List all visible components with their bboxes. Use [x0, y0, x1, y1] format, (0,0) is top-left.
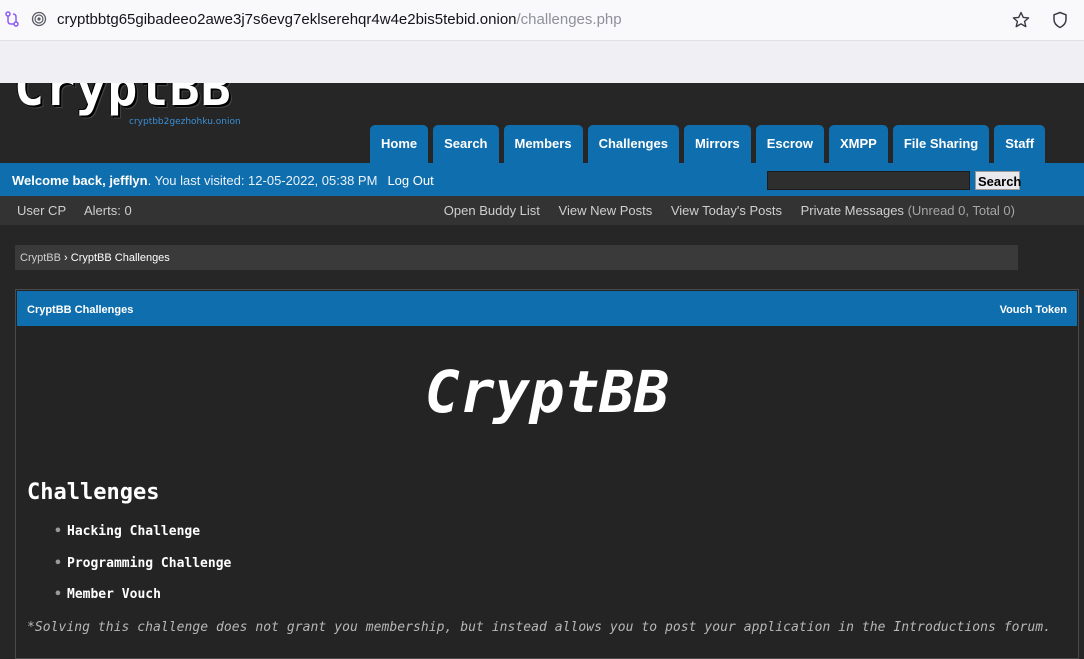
challenge-link-programming[interactable]: Programming Challenge — [67, 556, 231, 571]
challenge-note: *Solving this challenge does not grant y… — [27, 620, 1051, 635]
challenges-heading: Challenges — [27, 480, 160, 505]
url-path: /challenges.php — [516, 11, 622, 28]
breadcrumb-root[interactable]: CryptBB — [20, 252, 61, 264]
subbar-links: Open Buddy List View New Posts View Toda… — [429, 203, 1015, 218]
user-subbar: User CP Alerts: 0 Open Buddy List View N… — [0, 196, 1084, 225]
bookmark-star-icon[interactable] — [1011, 10, 1031, 30]
bullet-icon: • — [54, 555, 62, 571]
address-text[interactable]: cryptbbtg65gibadeeo2awe3j7s6evg7eklsereh… — [57, 10, 622, 30]
breadcrumb-current: CryptBB Challenges — [70, 252, 170, 264]
brand-title: CryptBB — [424, 358, 670, 426]
nav-search[interactable]: Search — [433, 125, 499, 163]
breadcrumb-separator: › — [60, 252, 71, 264]
nav-challenges[interactable]: Challenges — [587, 125, 679, 163]
search-input[interactable] — [767, 171, 970, 190]
nav-mirrors[interactable]: Mirrors — [683, 125, 751, 163]
welcome-bar: Welcome back, jefflyn. You last visited:… — [0, 163, 1084, 196]
nav-escrow[interactable]: Escrow — [755, 125, 824, 163]
nav-members[interactable]: Members — [503, 125, 583, 163]
logo-text: CryptBB — [14, 83, 232, 117]
welcome-text: Welcome back, jefflyn. You last visited:… — [12, 173, 434, 188]
browser-notification-strip — [0, 41, 1084, 83]
bullet-icon: • — [54, 524, 62, 539]
challenge-link-member-vouch[interactable]: Member Vouch — [67, 587, 161, 602]
buddy-list-link[interactable]: Open Buddy List — [444, 203, 540, 218]
user-cp-link[interactable]: User CP — [17, 203, 66, 218]
bullet-icon: • — [54, 587, 62, 602]
last-visited: . You last visited: 12-05-2022, 05:38 PM — [147, 173, 378, 188]
logout-link[interactable]: Log Out — [387, 173, 433, 188]
shield-icon[interactable] — [1050, 10, 1070, 30]
challenge-link-hacking[interactable]: Hacking Challenge — [67, 524, 200, 539]
browser-url-bar[interactable]: cryptbbtg65gibadeeo2awe3j7s6evg7eklsereh… — [0, 0, 1084, 41]
welcome-prefix: Welcome back, — [12, 173, 110, 188]
username-link[interactable]: jefflyn — [109, 173, 147, 188]
nav-xmpp[interactable]: XMPP — [828, 125, 888, 163]
onion-site-icon[interactable] — [31, 11, 47, 27]
breadcrumb: CryptBB › CryptBB Challenges — [15, 245, 1018, 270]
challenges-list: • Hacking Challenge • Programming Challeng… — [54, 524, 231, 619]
search-button[interactable]: Search — [975, 171, 1021, 190]
list-item[interactable]: • Programming Challenge — [54, 556, 231, 588]
vouch-token-link[interactable]: Vouch Token — [1000, 304, 1067, 316]
list-item[interactable]: • Member Vouch — [54, 587, 231, 619]
panel-header: CryptBB Challenges Vouch Token — [17, 291, 1077, 326]
challenges-panel: CryptBB Challenges Vouch Token CryptBB C… — [15, 289, 1079, 659]
list-item[interactable]: • Hacking Challenge — [54, 524, 231, 556]
nav-home[interactable]: Home — [370, 125, 429, 163]
pm-counts: (Unread 0, Total 0) — [907, 203, 1015, 218]
todays-posts-link[interactable]: View Today's Posts — [671, 203, 782, 218]
panel-title: CryptBB Challenges — [27, 304, 134, 316]
url-host: cryptbbtg65gibadeeo2awe3j7s6evg7eklsereh… — [57, 11, 517, 28]
tor-circuit-icon[interactable] — [4, 11, 20, 27]
nav-file-sharing[interactable]: File Sharing — [892, 125, 990, 163]
main-nav: Home Search Members Challenges Mirrors E… — [370, 125, 1046, 163]
new-posts-link[interactable]: View New Posts — [559, 203, 653, 218]
site-header: CryptBB cryptbb2gezhohku.onion Home Sear… — [0, 83, 1084, 163]
site-logo[interactable]: CryptBB cryptbb2gezhohku.onion — [12, 83, 242, 131]
alerts-link[interactable]: Alerts: 0 — [84, 203, 132, 218]
nav-staff[interactable]: Staff — [994, 125, 1046, 163]
private-messages-link[interactable]: Private Messages — [801, 203, 904, 218]
logo-subtext: cryptbb2gezhohku.onion — [129, 117, 241, 127]
